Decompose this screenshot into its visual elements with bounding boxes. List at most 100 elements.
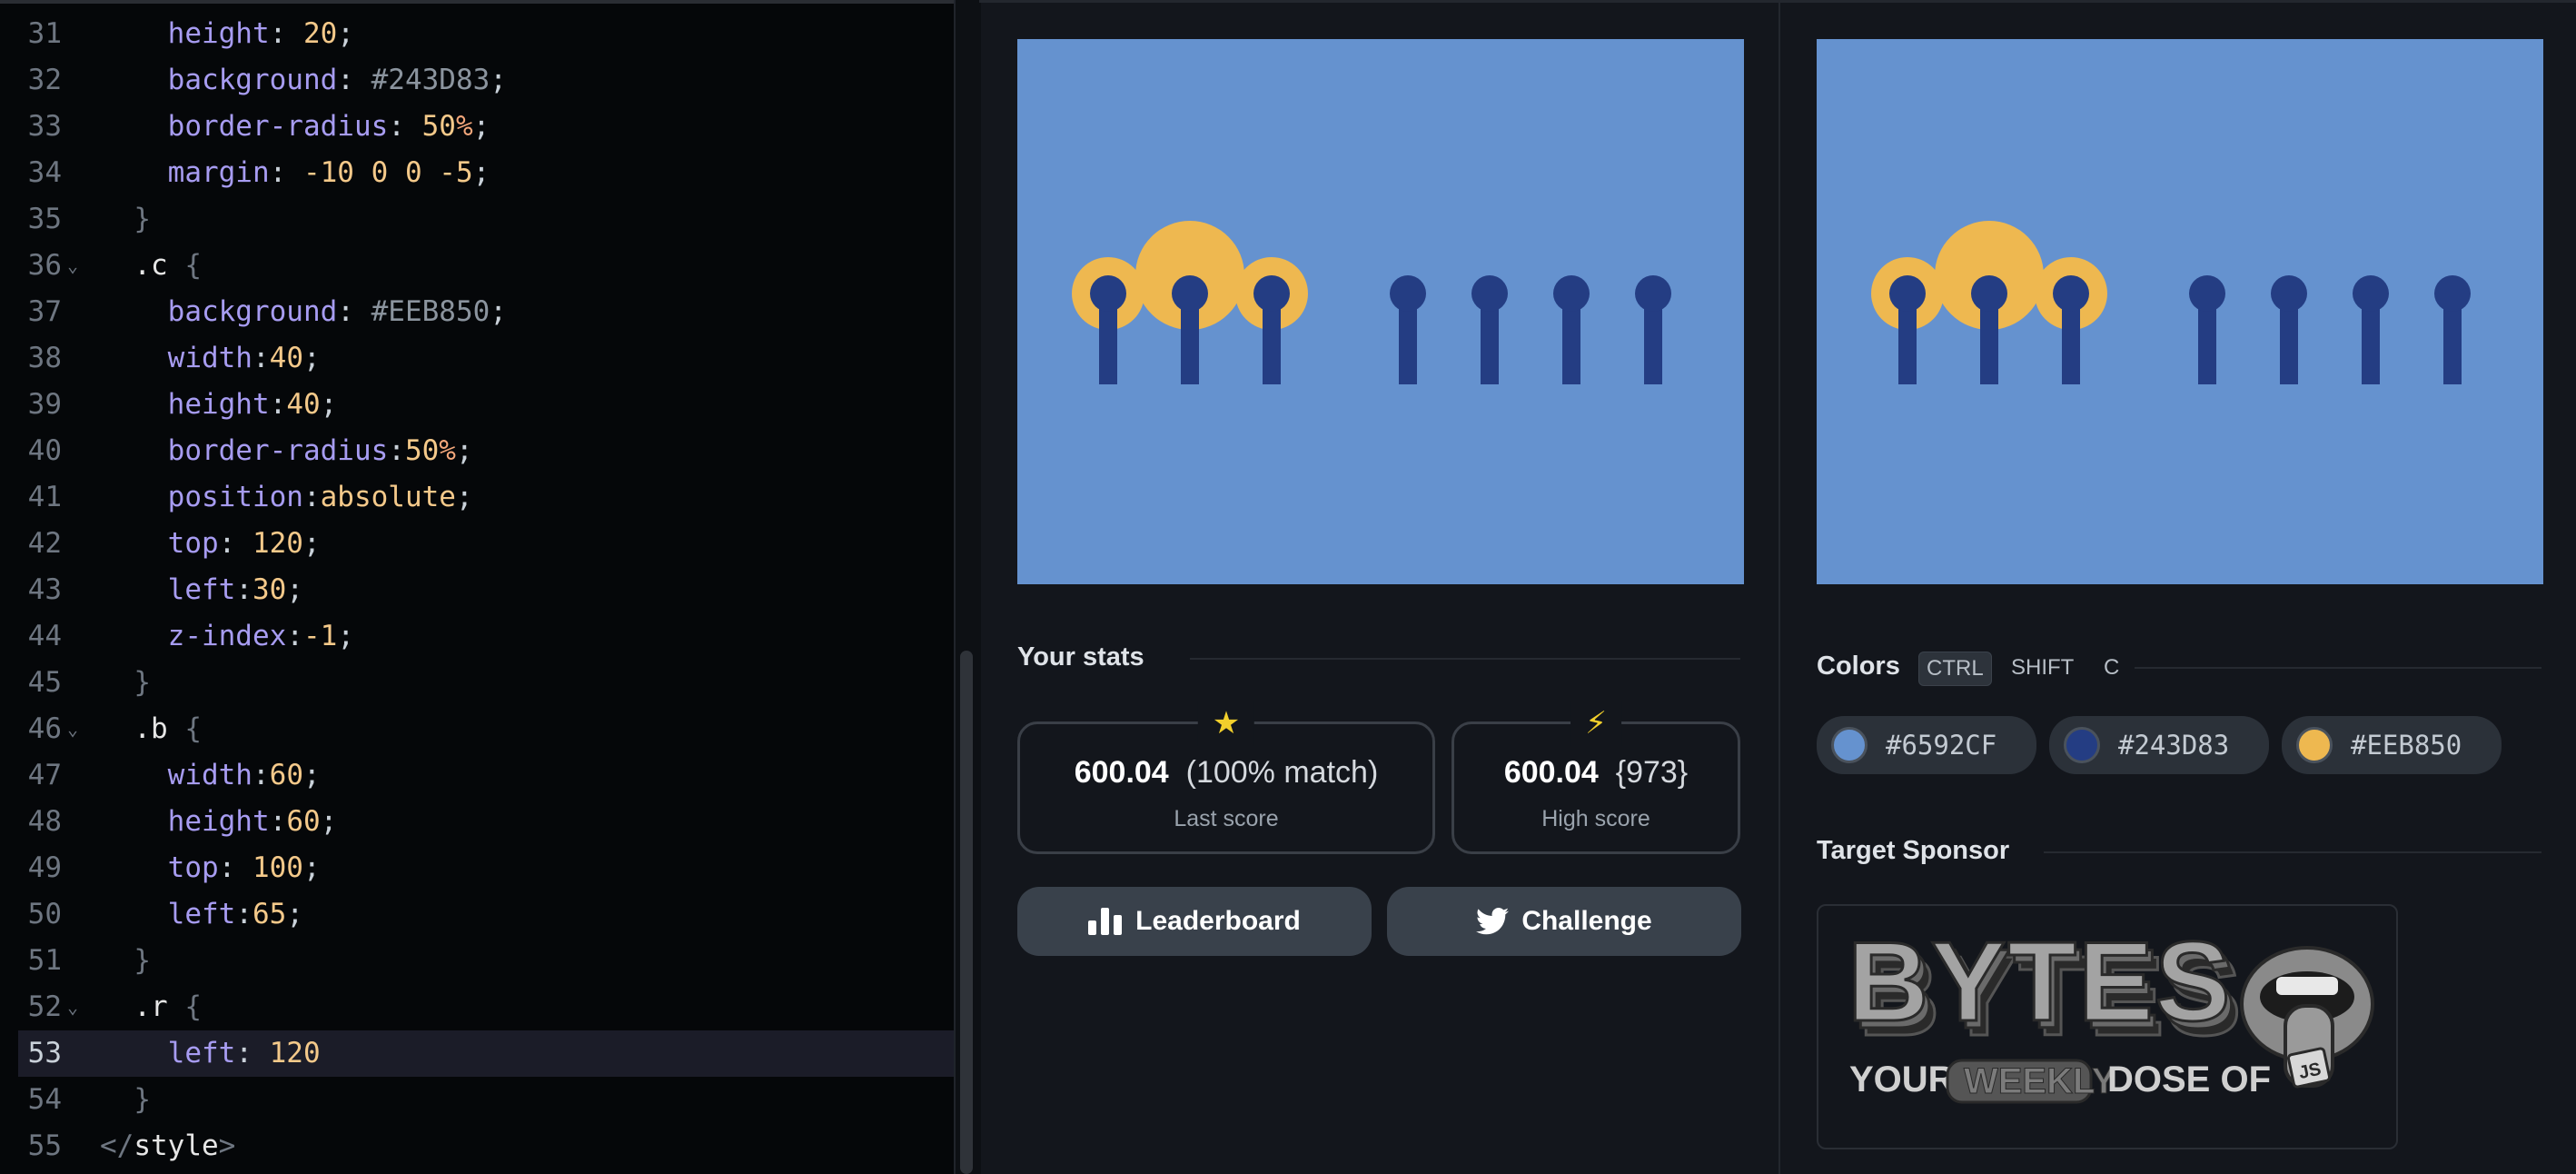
code-line[interactable]: 41 position:absolute; — [0, 474, 954, 521]
color-chip[interactable]: #6592CF — [1817, 716, 2036, 774]
color-swatch — [2064, 727, 2100, 763]
svg-text:YOUR: YOUR — [1849, 1060, 1955, 1099]
colors-title: Colors — [1817, 652, 1900, 681]
high-score-label: High score — [1541, 806, 1650, 831]
blue-knob — [1253, 275, 1290, 312]
line-number: 33 — [27, 110, 62, 143]
svg-text:BYTES: BYTES — [1848, 920, 2232, 1045]
code-text: .r { — [134, 990, 202, 1023]
code-line[interactable]: 34 margin: -10 0 0 -5; — [0, 150, 954, 196]
line-number: 54 — [27, 1083, 62, 1116]
last-score-value: 600.04 (100% match) — [1074, 755, 1379, 790]
leaderboard-button[interactable]: Leaderboard — [1017, 887, 1372, 956]
blue-knob — [2053, 275, 2089, 312]
code-text: z-index:-1; — [167, 620, 354, 652]
code-line[interactable]: 44 z-index:-1; — [0, 613, 954, 660]
color-chip[interactable]: #243D83 — [2049, 716, 2269, 774]
blue-knob — [1471, 275, 1508, 312]
line-number: 49 — [27, 851, 62, 884]
code-line[interactable]: 33 border-radius: 50%; — [0, 104, 954, 150]
blue-knob — [2271, 275, 2307, 312]
code-line[interactable]: 46 ⌄ .b { — [0, 706, 954, 752]
line-number: 46 — [27, 712, 62, 745]
line-number: 41 — [27, 481, 62, 513]
last-score-card: ★ 600.04 (100% match) Last score — [1017, 701, 1435, 854]
code-line[interactable]: 50 left:65; — [0, 891, 954, 938]
fold-chevron-icon[interactable]: ⌄ — [67, 706, 78, 752]
blue-knob — [1889, 275, 1926, 312]
code-line[interactable]: 52 ⌄ .r { — [0, 984, 954, 1030]
code-line[interactable]: 42 top: 120; — [0, 521, 954, 567]
code-text: } — [134, 666, 151, 699]
code-line[interactable]: 31 height: 20; — [0, 11, 954, 57]
bar-chart-icon — [1088, 908, 1123, 935]
last-score-label: Last score — [1174, 806, 1279, 831]
line-number: 44 — [27, 620, 62, 652]
code-line[interactable]: 45 } — [0, 660, 954, 706]
code-line[interactable]: 38 width:40; — [0, 335, 954, 382]
line-number: 55 — [27, 1129, 62, 1162]
line-number: 47 — [27, 759, 62, 791]
code-line[interactable]: 47 width:60; — [0, 752, 954, 799]
code-line[interactable]: 51 } — [0, 938, 954, 984]
code-line[interactable]: 48 height:60; — [0, 799, 954, 845]
code-line-active[interactable]: 53 left: 120 — [18, 1030, 954, 1077]
line-number: 50 — [27, 898, 62, 930]
code-text: left:65; — [167, 898, 303, 930]
code-text: background: #EEB850; — [167, 295, 507, 328]
fold-chevron-icon[interactable]: ⌄ — [67, 984, 78, 1030]
lightning-icon: ⚡ — [1570, 701, 1621, 746]
challenge-button[interactable]: Challenge — [1387, 887, 1741, 956]
code-line[interactable]: 55 </style> — [0, 1123, 954, 1169]
blue-knob — [1172, 275, 1208, 312]
code-line[interactable]: 39 height:40; — [0, 382, 954, 428]
blue-knob — [2353, 275, 2389, 312]
code-text: height: 20; — [167, 17, 354, 50]
line-number: 53 — [27, 1037, 62, 1070]
color-hex: #6592CF — [1886, 730, 1997, 761]
high-score-value: 600.04 {973} — [1503, 755, 1689, 790]
code-text: } — [134, 1083, 151, 1116]
code-line[interactable]: 37 background: #EEB850; — [0, 289, 954, 335]
sponsor-banner[interactable]: BYTES BYTES BYTES JS YOUR WEEKLY DOSE OF — [1817, 904, 2398, 1149]
line-number: 34 — [27, 156, 62, 189]
target-preview[interactable] — [1817, 39, 2543, 584]
code-text: border-radius:50%; — [167, 434, 473, 467]
output-preview[interactable] — [1017, 39, 1744, 584]
blue-knob — [2434, 275, 2471, 312]
editor-scrollbar-thumb[interactable] — [960, 651, 973, 1174]
shortcut-c-key: C — [2104, 655, 2120, 680]
code-line[interactable]: 43 left:30; — [0, 567, 954, 613]
fold-chevron-icon[interactable]: ⌄ — [67, 243, 78, 289]
high-score-card: ⚡ 600.04 {973} High score — [1451, 701, 1740, 854]
stats-rule — [1190, 658, 1740, 660]
code-line[interactable]: 40 border-radius:50%; — [0, 428, 954, 474]
code-text: .b { — [134, 712, 202, 745]
panel-top-border — [979, 0, 2576, 3]
color-chip[interactable]: #EEB850 — [2282, 716, 2502, 774]
code-line[interactable]: 36 ⌄ .c { — [0, 243, 954, 289]
line-number: 32 — [27, 64, 62, 96]
code-line[interactable]: 54 } — [0, 1077, 954, 1123]
sponsor-rule — [2044, 851, 2541, 853]
code-text: width:40; — [167, 342, 321, 374]
blue-knob — [2189, 275, 2225, 312]
blue-knob — [1635, 275, 1671, 312]
code-text: margin: -10 0 0 -5; — [167, 156, 490, 189]
line-number: 31 — [27, 17, 62, 50]
twitter-icon — [1476, 908, 1510, 935]
stats-title: Your stats — [1017, 642, 1144, 672]
code-line[interactable]: 35 } — [0, 196, 954, 243]
line-number: 52 — [27, 990, 62, 1023]
shortcut-shift-key: SHIFT — [2011, 655, 2075, 680]
code-line[interactable]: 32 background: #243D83; — [0, 57, 954, 104]
code-text: height:60; — [167, 805, 338, 838]
code-text: width:60; — [167, 759, 321, 791]
line-number: 35 — [27, 203, 62, 235]
code-editor[interactable]: 31 height: 20; 32 background: #243D83; 33 … — [0, 0, 954, 1174]
line-number: 48 — [27, 805, 62, 838]
svg-text:DOSE OF: DOSE OF — [2107, 1060, 2271, 1099]
line-number: 51 — [27, 944, 62, 977]
code-text: .c { — [134, 249, 202, 282]
code-line[interactable]: 49 top: 100; — [0, 845, 954, 891]
